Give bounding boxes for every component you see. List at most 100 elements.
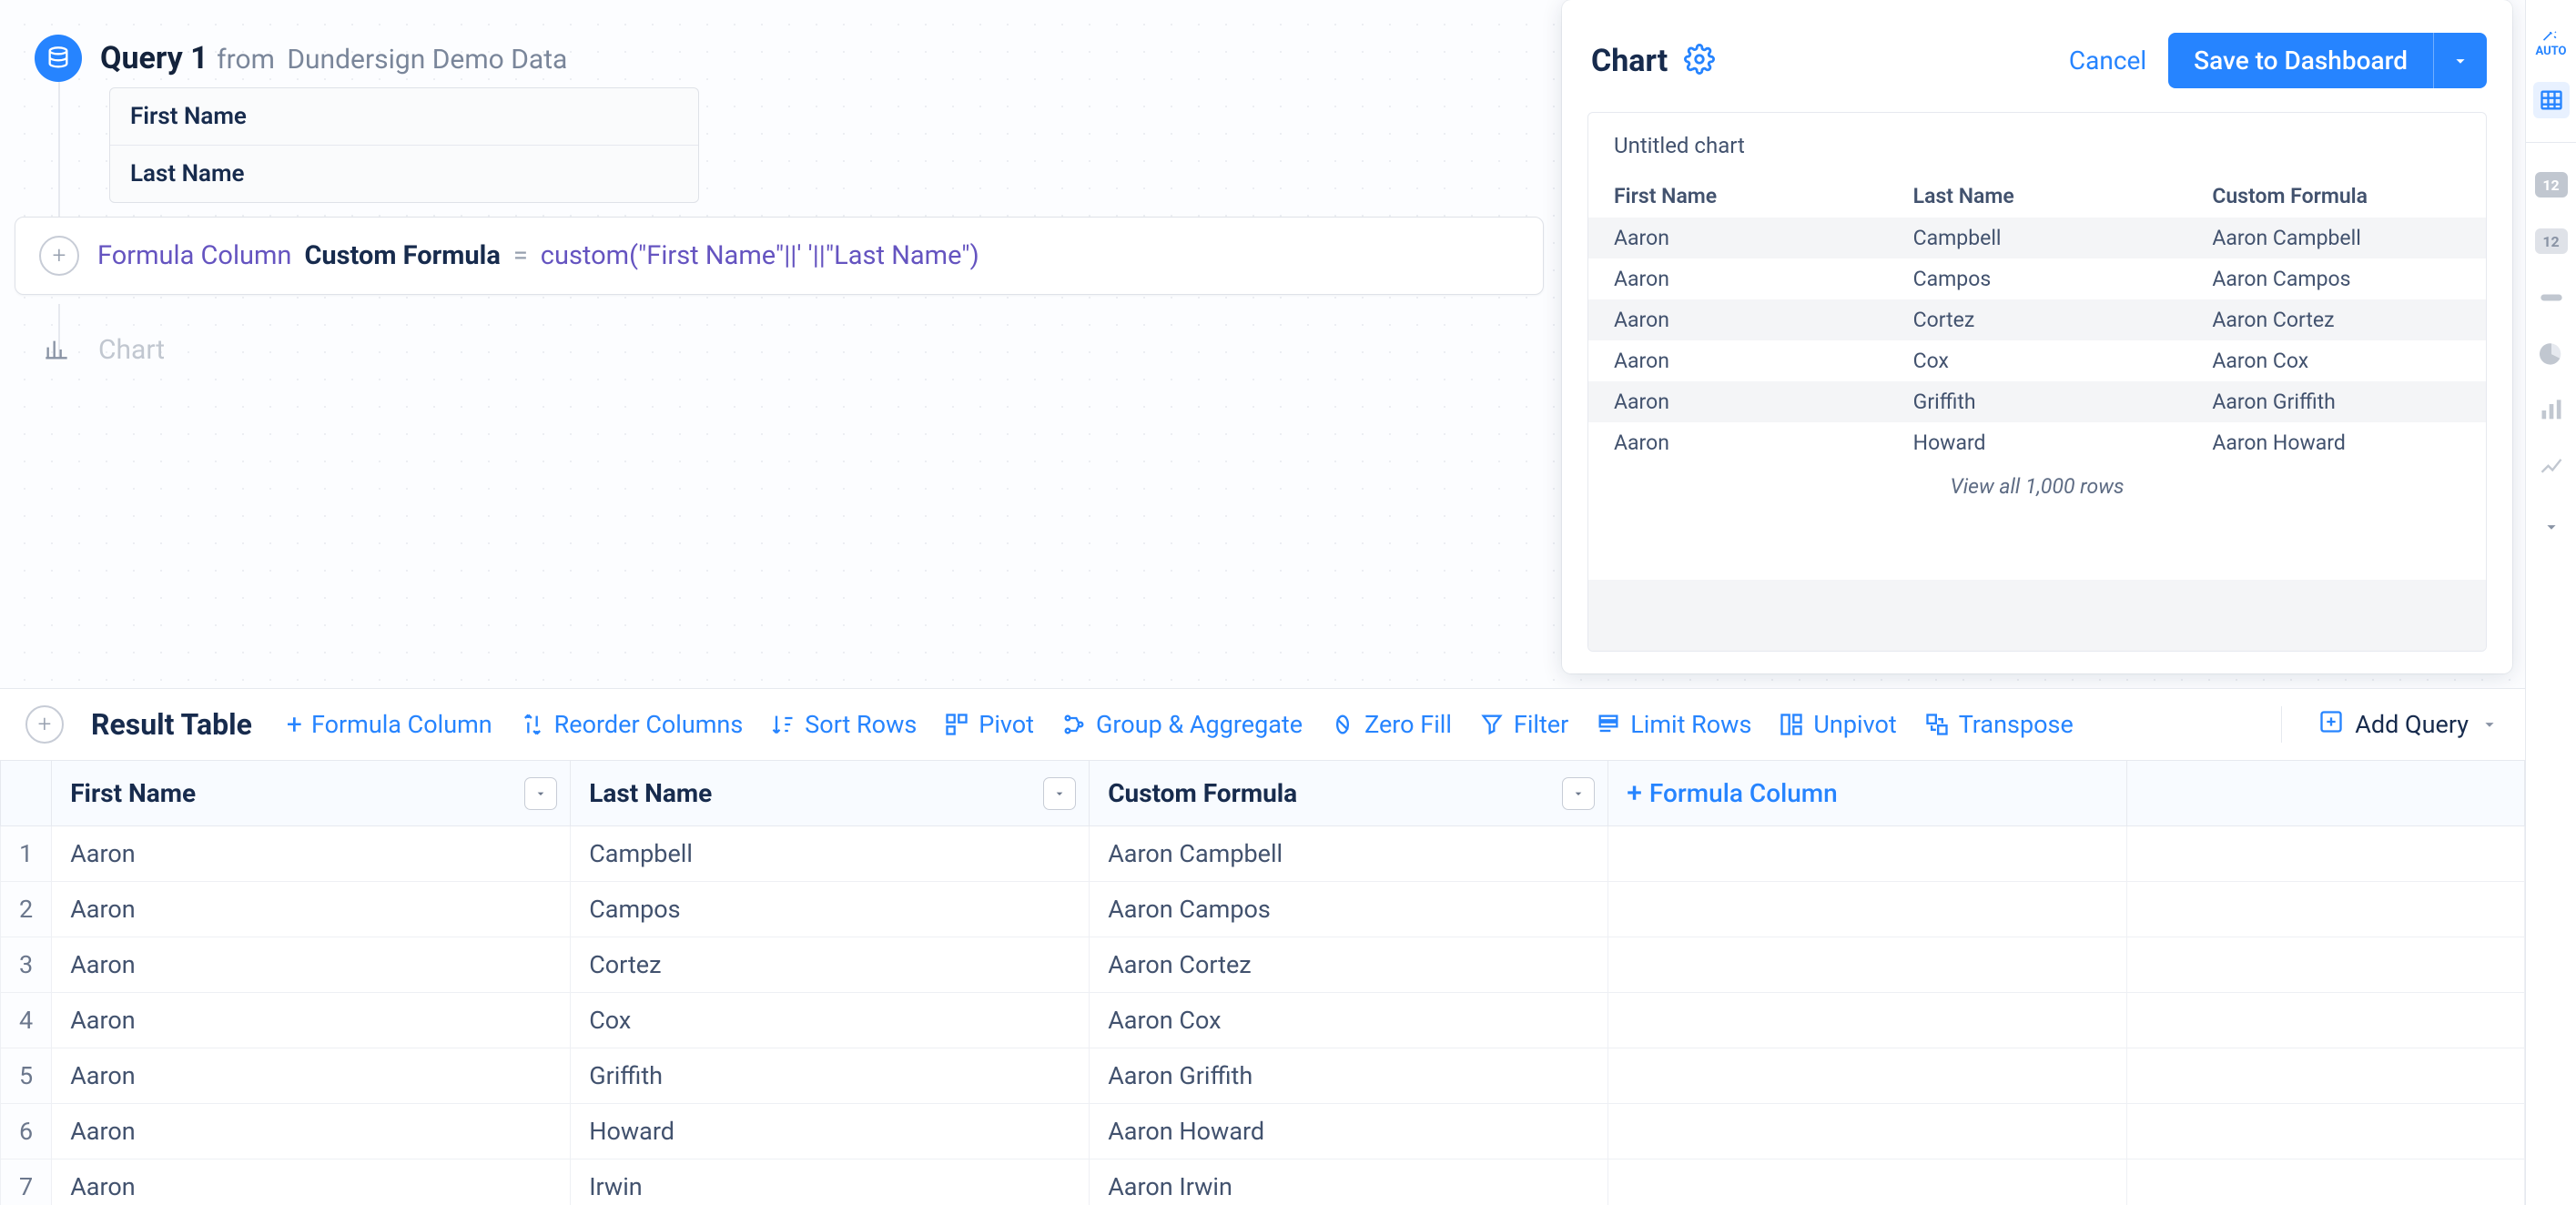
transpose-tool[interactable]: Transpose <box>1924 710 2074 739</box>
chevron-down-icon[interactable] <box>524 777 557 810</box>
pivot-tool[interactable]: Pivot <box>944 710 1034 739</box>
rail-separator <box>2526 142 2576 143</box>
results-toolbar: + Result Table + Formula Column Reorder … <box>0 689 2525 760</box>
chart-preview-title[interactable]: Untitled chart <box>1588 113 2486 175</box>
results-title: Result Table <box>91 707 252 742</box>
row-number: 4 <box>1 993 52 1048</box>
table-row[interactable]: AaronCampbellAaron Campbell <box>1588 218 2486 258</box>
database-icon <box>35 35 82 82</box>
transpose-icon <box>1924 712 1950 737</box>
reorder-columns-tool[interactable]: Reorder Columns <box>520 710 744 739</box>
chart-panel: Chart Cancel Save to Dashboard <box>1562 0 2512 673</box>
table-row[interactable]: 4AaronCoxAaron Cox <box>1 993 2525 1048</box>
chart-preview-footer <box>1588 580 2486 651</box>
table-row[interactable]: 3AaronCortezAaron Cortez <box>1 937 2525 993</box>
number-view-icon[interactable]: 12 <box>2533 167 2570 203</box>
pivot-icon <box>944 712 969 737</box>
formula-name: Custom Formula <box>304 240 500 271</box>
number-compact-icon[interactable]: 12 <box>2533 223 2570 259</box>
table-row[interactable]: 5AaronGriffithAaron Griffith <box>1 1048 2525 1104</box>
bar-chart-icon[interactable] <box>2533 392 2570 429</box>
plus-icon: + <box>1627 777 1642 809</box>
preview-col-first-name[interactable]: First Name <box>1588 175 1888 218</box>
save-to-dashboard-button[interactable]: Save to Dashboard <box>2168 33 2433 88</box>
table-row[interactable]: 7AaronIrwinAaron Irwin <box>1 1159 2525 1205</box>
limit-rows-tool[interactable]: Limit Rows <box>1596 710 1751 739</box>
query-column-first-name[interactable]: First Name <box>110 88 698 146</box>
col-header-first-name[interactable]: First Name <box>52 761 571 826</box>
empty-header <box>2127 761 2525 826</box>
gear-icon[interactable] <box>1684 44 1715 78</box>
sort-rows-tool[interactable]: Sort Rows <box>770 710 917 739</box>
chart-preview: Untitled chart First Name Last Name Cust… <box>1587 112 2487 652</box>
table-row[interactable]: AaronCamposAaron Campos <box>1588 258 2486 299</box>
query-columns-list[interactable]: First Name Last Name <box>109 87 699 203</box>
query-column-last-name[interactable]: Last Name <box>110 146 698 202</box>
query-source-prefix: from <box>217 44 281 76</box>
chevron-down-icon[interactable] <box>2533 509 2570 545</box>
sort-icon <box>770 712 796 737</box>
cancel-button[interactable]: Cancel <box>2069 46 2146 76</box>
filter-tool[interactable]: Filter <box>1479 710 1568 739</box>
wand-icon: AUTO <box>2535 30 2566 57</box>
row-number: 2 <box>1 882 52 937</box>
chart-placeholder[interactable]: Chart <box>35 328 165 371</box>
row-number: 1 <box>1 826 52 882</box>
chart-preview-table: First Name Last Name Custom Formula Aaro… <box>1588 175 2486 463</box>
auto-button[interactable]: AUTO <box>2533 25 2570 62</box>
add-result-button[interactable]: + <box>25 705 64 744</box>
table-row[interactable]: AaronHowardAaron Howard <box>1588 422 2486 463</box>
add-formula-column-header[interactable]: +Formula Column <box>1608 761 2127 826</box>
preview-col-last-name[interactable]: Last Name <box>1888 175 2187 218</box>
table-row[interactable]: AaronCortezAaron Cortez <box>1588 299 2486 340</box>
formula-expression: Formula Column Custom Formula = custom("… <box>97 240 979 271</box>
query-canvas: Query 1 from Dundersign Demo Data First … <box>0 0 2525 675</box>
group-icon <box>1061 712 1087 737</box>
query-title: Query 1 <box>100 40 208 76</box>
pie-chart-icon[interactable] <box>2533 336 2570 372</box>
query-source: Dundersign Demo Data <box>287 44 567 76</box>
zero-fill-tool[interactable]: Zero Fill <box>1330 710 1452 739</box>
formula-column-tool[interactable]: + Formula Column <box>287 709 492 741</box>
table-row[interactable]: 1AaronCampbellAaron Campbell <box>1 826 2525 882</box>
chart-panel-title: Chart <box>1591 43 1668 79</box>
save-to-dashboard-group: Save to Dashboard <box>2168 33 2487 88</box>
row-number: 7 <box>1 1159 52 1205</box>
formula-column-block[interactable]: + Formula Column Custom Formula = custom… <box>15 217 1544 295</box>
formula-type-label: Formula Column <box>97 240 291 271</box>
row-number: 3 <box>1 937 52 993</box>
table-row[interactable]: AaronGriffithAaron Griffith <box>1588 381 2486 422</box>
table-row[interactable]: AaronCoxAaron Cox <box>1588 340 2486 381</box>
query-title-wrap: Query 1 from Dundersign Demo Data <box>100 40 567 76</box>
unpivot-icon <box>1779 712 1804 737</box>
preview-col-custom[interactable]: Custom Formula <box>2186 175 2486 218</box>
formula-body[interactable]: custom("First Name"||' '||"Last Name") <box>541 240 979 271</box>
plus-square-icon <box>2318 709 2344 741</box>
right-sidebar: AUTO 12 12 <box>2525 0 2576 1205</box>
filter-icon <box>1479 712 1505 737</box>
add-step-button[interactable]: + <box>39 236 79 276</box>
unpivot-tool[interactable]: Unpivot <box>1779 710 1896 739</box>
table-view-icon[interactable] <box>2533 82 2570 118</box>
plus-icon: + <box>287 709 302 741</box>
view-all-rows-link[interactable]: View all 1,000 rows <box>1588 463 2486 513</box>
result-table: First Name Last Name Custom Formula +For… <box>0 760 2525 1205</box>
chevron-down-icon[interactable] <box>1043 777 1076 810</box>
bar-chart-icon <box>35 328 78 371</box>
group-aggregate-tool[interactable]: Group & Aggregate <box>1061 710 1303 739</box>
chevron-down-icon[interactable] <box>1562 777 1595 810</box>
reorder-icon <box>520 712 545 737</box>
table-row[interactable]: 6AaronHowardAaron Howard <box>1 1104 2525 1159</box>
col-header-last-name[interactable]: Last Name <box>571 761 1090 826</box>
progress-icon[interactable] <box>2533 279 2570 316</box>
toolbar-separator <box>2281 706 2282 743</box>
chart-panel-header: Chart Cancel Save to Dashboard <box>1587 33 2487 88</box>
line-chart-icon[interactable] <box>2533 449 2570 485</box>
table-row[interactable]: 2AaronCamposAaron Campos <box>1 882 2525 937</box>
add-query-button[interactable]: Add Query <box>2318 709 2500 741</box>
col-header-custom-formula[interactable]: Custom Formula <box>1090 761 1608 826</box>
query-header[interactable]: Query 1 from Dundersign Demo Data <box>35 35 567 82</box>
formula-equals: = <box>513 240 528 271</box>
row-number: 6 <box>1 1104 52 1159</box>
save-dropdown-button[interactable] <box>2433 33 2487 88</box>
